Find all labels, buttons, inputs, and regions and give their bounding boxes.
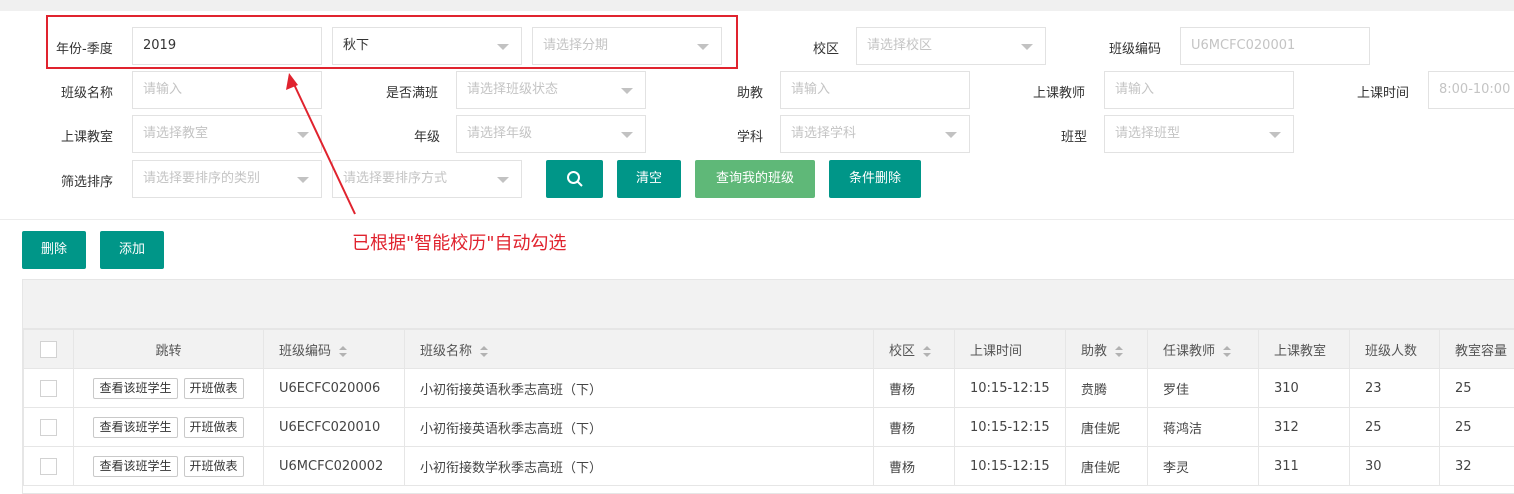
divider (0, 219, 1514, 220)
row-actions: 查看该班学生 开班做表 (73, 446, 264, 486)
col-header-classroom: 上课教室 (1258, 329, 1350, 369)
sort-icon[interactable] (1115, 345, 1124, 357)
select-all-cell (23, 329, 74, 369)
cell-teacher: 蒋鸿洁 (1147, 407, 1259, 447)
view-students-button[interactable]: 查看该班学生 (93, 455, 178, 477)
cell-campus: 曹杨 (873, 446, 955, 486)
cell-class-size: 30 (1349, 446, 1440, 486)
row-select-cell (23, 446, 74, 486)
row-select-cell (23, 407, 74, 447)
table-toolbar (23, 280, 1514, 329)
sort-icon[interactable] (480, 345, 489, 357)
cell-class-time: 10:15-12:15 (954, 446, 1066, 486)
cell-room-capacity: 32 (1439, 446, 1514, 486)
col-header-class-name[interactable]: 班级名称 (404, 329, 874, 369)
cell-assistant: 唐佳妮 (1065, 446, 1148, 486)
view-students-button[interactable]: 查看该班学生 (93, 377, 178, 399)
row-checkbox[interactable] (40, 457, 57, 475)
col-header-class-time: 上课时间 (954, 329, 1066, 369)
table-row: 查看该班学生 开班做表 U6MCFC020002 小初衔接数学秋季志高班（下） 曹… (23, 446, 1514, 486)
open-table-button[interactable]: 开班做表 (183, 416, 244, 438)
row-checkbox[interactable] (40, 418, 57, 436)
cell-class-code: U6ECFC020006 (263, 368, 405, 408)
row-select-cell (23, 368, 74, 408)
cell-class-time: 10:15-12:15 (954, 368, 1066, 408)
sort-icon[interactable] (1223, 345, 1232, 357)
col-header-room-capacity: 教室容量 (1439, 329, 1514, 369)
cell-teacher: 李灵 (1147, 446, 1259, 486)
col-header-class-size: 班级人数 (1349, 329, 1440, 369)
cell-classroom: 310 (1258, 368, 1350, 408)
col-header-class-code[interactable]: 班级编码 (263, 329, 405, 369)
class-management-page: 年份-季度 2019 秋下 请选择分期 校区 请选择校区 班级编码 U6MCFC… (0, 0, 1514, 494)
class-table: 跳转 班级编码 班级名称 校区 上课时间 助教 任课教师 上课教室 班级人数 教… (23, 329, 1514, 486)
row-actions: 查看该班学生 开班做表 (73, 368, 264, 408)
table-row: 查看该班学生 开班做表 U6ECFC020010 小初衔接英语秋季志高班（下） 曹… (23, 407, 1514, 447)
cell-class-size: 25 (1349, 407, 1440, 447)
row-actions: 查看该班学生 开班做表 (73, 407, 264, 447)
cell-room-capacity: 25 (1439, 368, 1514, 408)
table-header-row: 跳转 班级编码 班级名称 校区 上课时间 助教 任课教师 上课教室 班级人数 教… (23, 329, 1514, 369)
cell-class-code: U6MCFC020002 (263, 446, 405, 486)
cell-assistant: 唐佳妮 (1065, 407, 1148, 447)
class-table-container: 跳转 班级编码 班级名称 校区 上课时间 助教 任课教师 上课教室 班级人数 教… (22, 279, 1514, 494)
cell-class-name: 小初衔接英语秋季志高班（下） (404, 368, 874, 408)
cell-campus: 曹杨 (873, 407, 955, 447)
cell-room-capacity: 25 (1439, 407, 1514, 447)
cell-class-time: 10:15-12:15 (954, 407, 1066, 447)
col-header-campus[interactable]: 校区 (873, 329, 955, 369)
cell-class-code: U6ECFC020010 (263, 407, 405, 447)
open-table-button[interactable]: 开班做表 (183, 377, 244, 399)
row-checkbox[interactable] (40, 379, 57, 397)
view-students-button[interactable]: 查看该班学生 (93, 416, 178, 438)
cell-campus: 曹杨 (873, 368, 955, 408)
sort-icon[interactable] (339, 345, 348, 357)
sort-icon[interactable] (923, 345, 932, 357)
open-table-button[interactable]: 开班做表 (183, 455, 244, 477)
add-button[interactable]: 添加 (100, 231, 164, 269)
table-row: 查看该班学生 开班做表 U6ECFC020006 小初衔接英语秋季志高班（下） 曹… (23, 368, 1514, 408)
cell-teacher: 罗佳 (1147, 368, 1259, 408)
select-all-checkbox[interactable] (40, 340, 57, 358)
annotation-text: 已根据"智能校历"自动勾选 (352, 233, 567, 254)
cell-classroom: 311 (1258, 446, 1350, 486)
cell-class-size: 23 (1349, 368, 1440, 408)
col-header-jump: 跳转 (73, 329, 264, 369)
cell-classroom: 312 (1258, 407, 1350, 447)
cell-class-name: 小初衔接英语秋季志高班（下） (404, 407, 874, 447)
delete-button[interactable]: 删除 (22, 231, 86, 269)
col-header-teacher[interactable]: 任课教师 (1147, 329, 1259, 369)
col-header-assistant[interactable]: 助教 (1065, 329, 1148, 369)
cell-assistant: 贲腾 (1065, 368, 1148, 408)
cell-class-name: 小初衔接数学秋季志高班（下） (404, 446, 874, 486)
